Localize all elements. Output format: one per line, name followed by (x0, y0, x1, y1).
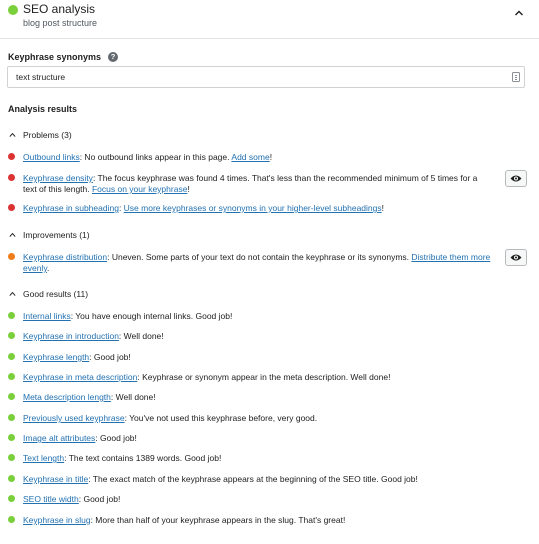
result-link[interactable]: Internal links (23, 311, 71, 321)
result-end: . (46, 263, 50, 273)
result-text: : Well done! (110, 392, 156, 402)
result-text: : Uneven. Some parts of your text do not… (107, 252, 412, 262)
good-bullet-icon (8, 495, 15, 502)
result-end: ! (269, 152, 273, 162)
chevron-up-icon[interactable] (511, 5, 527, 21)
improvement-bullet-icon (8, 253, 15, 260)
result-end: ! (381, 203, 385, 213)
eye-icon (510, 254, 522, 261)
result-action-link[interactable]: Use more keyphrases or synonyms in your … (124, 203, 382, 213)
good-bullet-icon (8, 393, 15, 400)
good-bullet-icon (8, 475, 15, 482)
result-link[interactable]: Keyphrase length (23, 352, 89, 362)
seo-analysis-header[interactable]: SEO analysis blog post structure (0, 0, 539, 39)
result-text: : Good job! (78, 494, 121, 504)
keyphrase-synonyms-input[interactable]: text structure (7, 66, 525, 88)
problems-label: Problems (3) (23, 130, 72, 140)
result-text: : Good job! (95, 433, 137, 443)
result-link[interactable]: Keyphrase in subheading (23, 203, 119, 213)
result-link[interactable]: Keyphrase distribution (23, 252, 107, 262)
result-text: : Keyphrase or synonym appear in the met… (137, 372, 391, 382)
help-icon[interactable]: ? (108, 52, 118, 62)
result-text: : Good job! (89, 352, 131, 362)
problem-bullet-icon (8, 153, 15, 160)
result-text: : The text contains 1389 words. Good job… (64, 453, 222, 463)
result-link[interactable]: Keyphrase in introduction (23, 331, 119, 341)
good-bullet-icon (8, 373, 15, 380)
good-bullet-icon (8, 353, 15, 360)
result-link[interactable]: Text length (23, 453, 64, 463)
result-text: : Well done! (118, 331, 164, 341)
result-link[interactable]: Previously used keyphrase (23, 413, 125, 423)
panel-title: SEO analysis (23, 2, 96, 16)
panel-subtitle: blog post structure (23, 18, 98, 28)
result-text: : You've not used this keyphrase before,… (124, 413, 318, 423)
highlight-eye-button[interactable] (505, 170, 527, 187)
good-bullet-icon (8, 516, 15, 523)
good-bullet-icon (8, 414, 15, 421)
result-text: : More than half of your keyphrase appea… (90, 515, 346, 525)
highlight-eye-button[interactable] (505, 249, 527, 266)
result-link[interactable]: Keyphrase in title (23, 474, 88, 484)
result-link[interactable]: Keyphrase in meta description (23, 372, 137, 382)
chevron-up-icon (9, 132, 16, 138)
problem-bullet-icon (8, 204, 15, 211)
chevron-up-icon (9, 291, 16, 297)
result-link[interactable]: Meta description length (23, 392, 111, 402)
result-link[interactable]: Image alt attributes (23, 433, 95, 443)
field-list-icon[interactable] (512, 72, 520, 82)
synonyms-input-value: text structure (16, 72, 66, 82)
improvements-label: Improvements (1) (23, 230, 90, 240)
result-end: ! (187, 184, 190, 194)
result-link[interactable]: Outbound links (23, 152, 80, 162)
analysis-results-heading: Analysis results (8, 104, 78, 114)
good-bullet-icon (8, 434, 15, 441)
chevron-up-icon (9, 232, 16, 238)
good-bullet-icon (8, 312, 15, 319)
keyphrase-synonyms-label: Keyphrase synonyms (8, 52, 102, 62)
result-link[interactable]: Keyphrase density (23, 173, 93, 183)
good-bullet-icon (8, 332, 15, 339)
result-action-link[interactable]: Add some (231, 152, 269, 162)
result-action-link[interactable]: Focus on your keyphrase (92, 184, 187, 194)
result-text: : You have enough internal links. Good j… (70, 311, 233, 321)
result-link[interactable]: Keyphrase in slug (23, 515, 91, 525)
problem-bullet-icon (8, 174, 15, 181)
score-indicator-icon (8, 5, 18, 15)
good-bullet-icon (8, 454, 15, 461)
eye-icon (510, 175, 522, 182)
result-link[interactable]: SEO title width (23, 494, 79, 504)
result-text: : No outbound links appear in this page. (79, 152, 232, 162)
result-text: : The exact match of the keyphrase appea… (88, 474, 418, 484)
good-results-label: Good results (11) (23, 289, 89, 299)
